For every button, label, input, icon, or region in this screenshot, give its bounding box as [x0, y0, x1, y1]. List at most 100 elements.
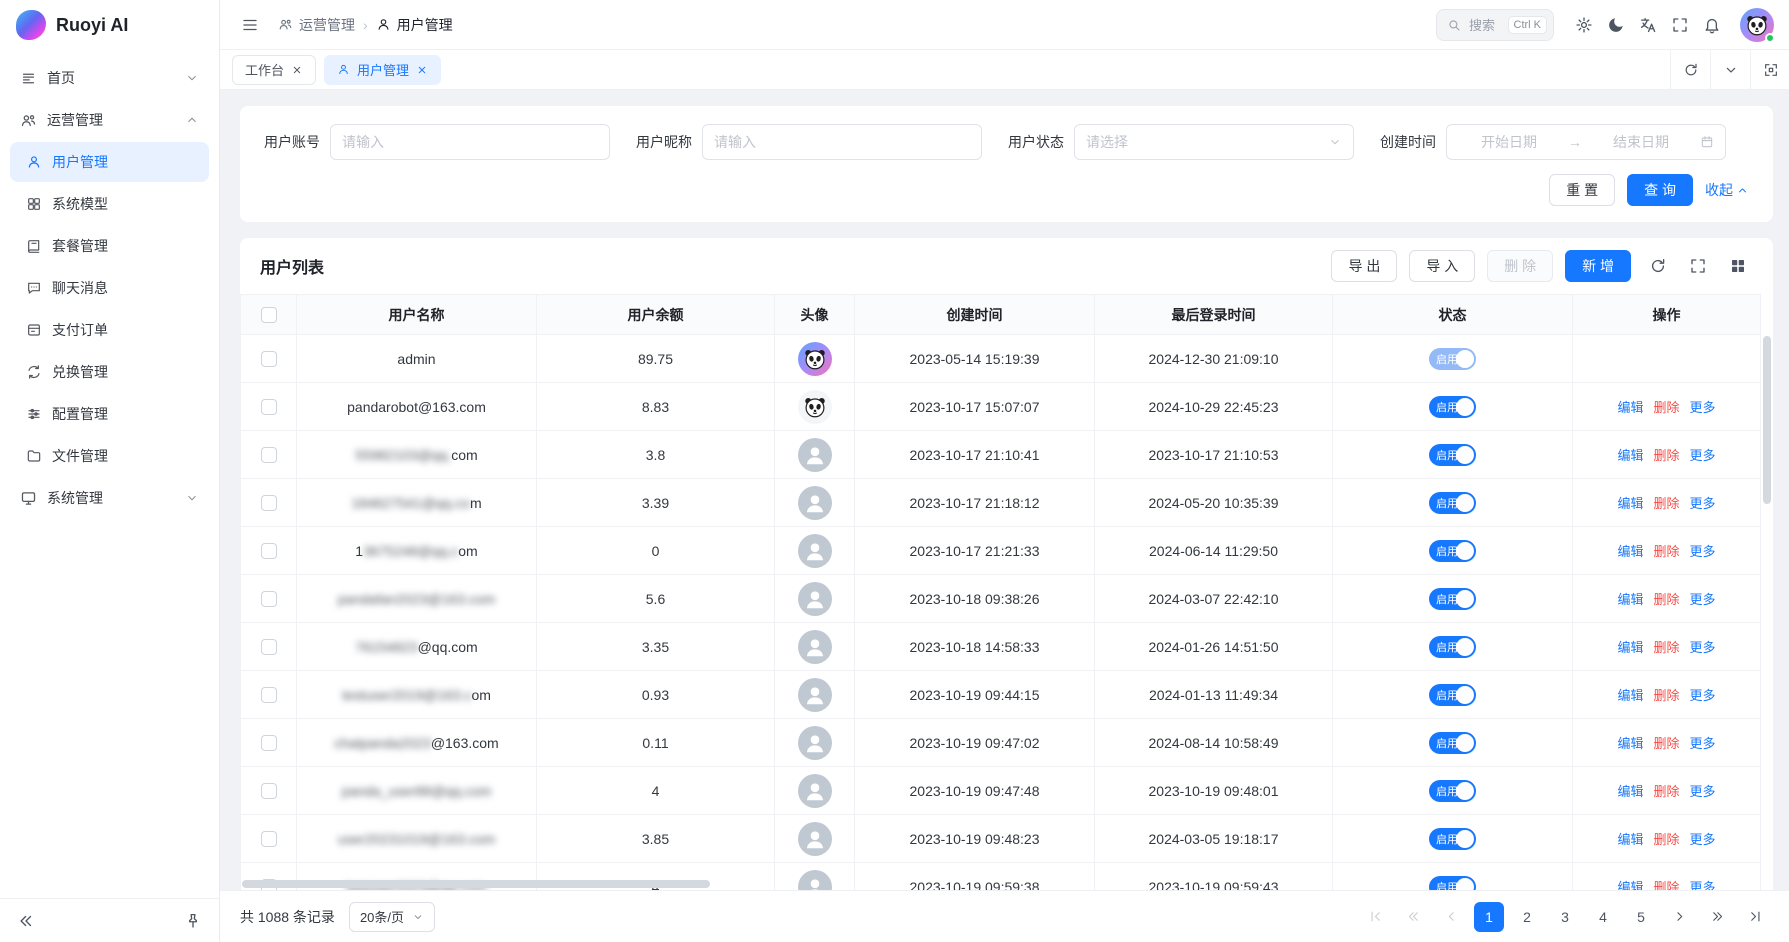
app-logo[interactable]: Ruoyi AI	[0, 0, 219, 50]
page-button-2[interactable]: 2	[1512, 902, 1542, 932]
row-checkbox[interactable]	[261, 543, 277, 559]
page-button-5[interactable]: 5	[1626, 902, 1656, 932]
delete-link[interactable]: 删除	[1653, 685, 1679, 704]
date-range-input[interactable]: 开始日期 → 结束日期	[1446, 124, 1726, 160]
status-toggle[interactable]: 启用	[1429, 396, 1476, 418]
settings-icon[interactable]	[1570, 11, 1598, 39]
status-select[interactable]: 请选择	[1074, 124, 1354, 160]
more-link[interactable]: 更多	[1690, 733, 1716, 752]
delete-link[interactable]: 删除	[1653, 589, 1679, 608]
edit-link[interactable]: 编辑	[1617, 589, 1643, 608]
more-link[interactable]: 更多	[1690, 829, 1716, 848]
status-toggle[interactable]: 启用	[1429, 780, 1476, 802]
close-icon[interactable]	[291, 64, 303, 76]
row-checkbox[interactable]	[261, 687, 277, 703]
sidebar-item-redeem-management[interactable]: 兑换管理	[10, 352, 209, 392]
more-link[interactable]: 更多	[1690, 781, 1716, 800]
row-checkbox[interactable]	[261, 591, 277, 607]
page-button-4[interactable]: 4	[1588, 902, 1618, 932]
select-all-checkbox[interactable]	[261, 307, 277, 323]
vertical-scrollbar[interactable]	[1763, 336, 1771, 880]
user-avatar[interactable]	[1740, 8, 1774, 42]
row-checkbox[interactable]	[261, 351, 277, 367]
more-link[interactable]: 更多	[1690, 685, 1716, 704]
dark-mode-icon[interactable]	[1602, 11, 1630, 39]
translate-icon[interactable]	[1634, 11, 1662, 39]
status-toggle[interactable]: 启用	[1429, 492, 1476, 514]
notification-icon[interactable]	[1698, 11, 1726, 39]
columns-icon-button[interactable]	[1723, 251, 1753, 281]
status-toggle[interactable]: 启用	[1429, 588, 1476, 610]
close-icon[interactable]	[416, 64, 428, 76]
breadcrumb-item-operations[interactable]: 运营管理	[278, 15, 355, 35]
edit-link[interactable]: 编辑	[1617, 397, 1643, 416]
reset-button[interactable]: 重 置	[1549, 174, 1615, 206]
menu-toggle-button[interactable]	[236, 11, 264, 39]
more-link[interactable]: 更多	[1690, 445, 1716, 464]
delete-link[interactable]: 删除	[1653, 541, 1679, 560]
edit-link[interactable]: 编辑	[1617, 829, 1643, 848]
row-checkbox[interactable]	[261, 495, 277, 511]
delete-link[interactable]: 删除	[1653, 781, 1679, 800]
status-toggle[interactable]: 启用	[1429, 540, 1476, 562]
chevron-right-button[interactable]	[1664, 902, 1694, 932]
breadcrumb-item-users[interactable]: 用户管理	[376, 15, 453, 35]
row-checkbox[interactable]	[261, 399, 277, 415]
status-toggle[interactable]: 启用	[1429, 732, 1476, 754]
edit-link[interactable]: 编辑	[1617, 685, 1643, 704]
status-toggle[interactable]: 启用	[1429, 636, 1476, 658]
sidebar-item-operations[interactable]: 运营管理	[10, 100, 209, 140]
export-button[interactable]: 导 出	[1331, 250, 1397, 282]
add-button[interactable]: 新 增	[1565, 250, 1631, 282]
fullscreen-icon-button[interactable]	[1683, 251, 1713, 281]
delete-link[interactable]: 删除	[1653, 397, 1679, 416]
chevron-down-icon[interactable]	[1710, 50, 1750, 89]
page-button-3[interactable]: 3	[1550, 902, 1580, 932]
collapse-filters-link[interactable]: 收起	[1705, 180, 1749, 200]
collapse-sidebar-button[interactable]	[12, 907, 40, 935]
tab-workbench[interactable]: 工作台	[232, 55, 316, 85]
row-checkbox[interactable]	[261, 639, 277, 655]
horizontal-scrollbar-thumb[interactable]	[242, 880, 710, 888]
refresh-icon[interactable]	[1670, 50, 1710, 89]
edit-link[interactable]: 编辑	[1617, 781, 1643, 800]
double-chevron-left-button[interactable]	[1398, 902, 1428, 932]
status-toggle[interactable]: 启用	[1429, 684, 1476, 706]
sidebar-item-config-management[interactable]: 配置管理	[10, 394, 209, 434]
sidebar-item-file-management[interactable]: 文件管理	[10, 436, 209, 476]
sidebar-item-payment-orders[interactable]: 支付订单	[10, 310, 209, 350]
sidebar-item-system[interactable]: 系统管理	[10, 478, 209, 518]
refresh-icon-button[interactable]	[1643, 251, 1673, 281]
last-page-button[interactable]	[1740, 902, 1770, 932]
row-checkbox[interactable]	[261, 831, 277, 847]
chevron-left-button[interactable]	[1436, 902, 1466, 932]
fullscreen-icon[interactable]	[1666, 11, 1694, 39]
tab-user-management[interactable]: 用户管理	[324, 55, 441, 85]
delete-link[interactable]: 删除	[1653, 829, 1679, 848]
double-chevron-right-button[interactable]	[1702, 902, 1732, 932]
page-size-select[interactable]: 20条/页	[349, 902, 435, 932]
more-link[interactable]: 更多	[1690, 397, 1716, 416]
more-link[interactable]: 更多	[1690, 637, 1716, 656]
delete-button[interactable]: 删 除	[1487, 250, 1553, 282]
edit-link[interactable]: 编辑	[1617, 541, 1643, 560]
status-toggle[interactable]: 启用	[1429, 828, 1476, 850]
page-button-1[interactable]: 1	[1474, 902, 1504, 932]
sidebar-item-package-management[interactable]: 套餐管理	[10, 226, 209, 266]
edit-link[interactable]: 编辑	[1617, 637, 1643, 656]
sidebar-item-system-model[interactable]: 系统模型	[10, 184, 209, 224]
delete-link[interactable]: 删除	[1653, 445, 1679, 464]
search-button[interactable]: 查 询	[1627, 174, 1693, 206]
row-checkbox[interactable]	[261, 783, 277, 799]
expand-icon[interactable]	[1750, 50, 1789, 89]
nickname-input[interactable]	[702, 124, 982, 160]
sidebar-item-user-management[interactable]: 用户管理	[10, 142, 209, 182]
delete-link[interactable]: 删除	[1653, 493, 1679, 512]
row-checkbox[interactable]	[261, 447, 277, 463]
delete-link[interactable]: 删除	[1653, 733, 1679, 752]
sidebar-item-home[interactable]: 首页	[10, 58, 209, 98]
account-input[interactable]	[330, 124, 610, 160]
status-toggle[interactable]: 启用	[1429, 444, 1476, 466]
more-link[interactable]: 更多	[1690, 541, 1716, 560]
edit-link[interactable]: 编辑	[1617, 445, 1643, 464]
